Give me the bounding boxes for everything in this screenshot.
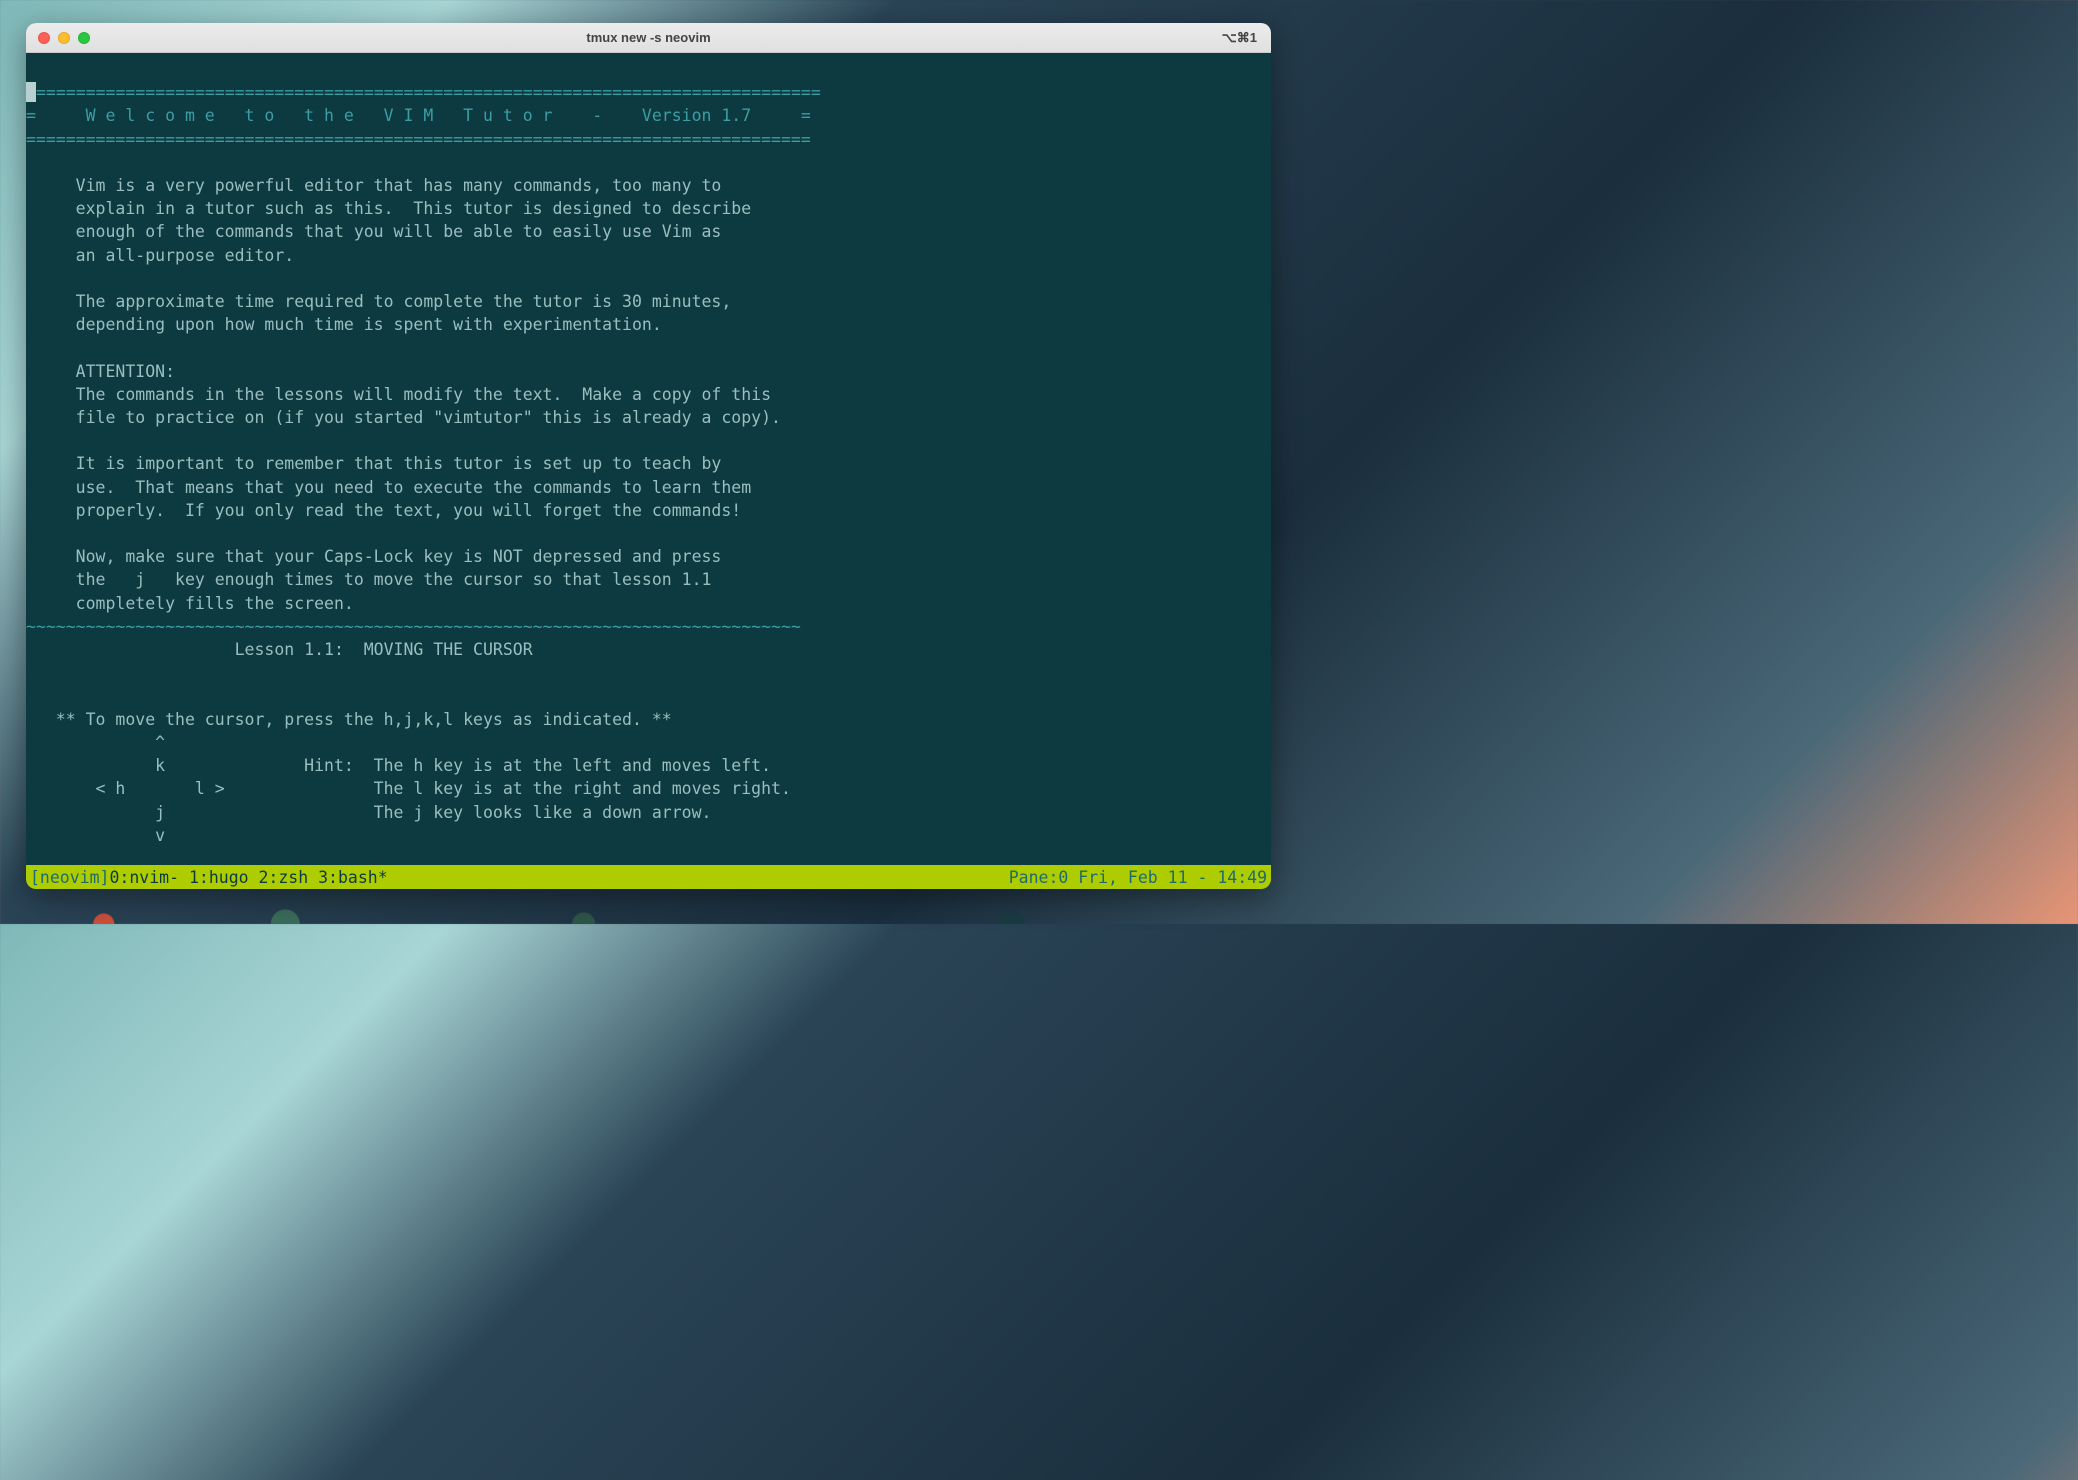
tutor-text: depending upon how much time is spent wi… [26, 315, 662, 334]
tutor-text: The commands in the lessons will modify … [26, 385, 771, 404]
separator-wave: ~~~~~~~~~~~~~~~~~~~~~~~~~~~~~~~~~~~~~~~~… [26, 617, 801, 636]
separator-line: ========================================… [36, 83, 821, 102]
tutor-text: It is important to remember that this tu… [26, 454, 721, 473]
tutor-text: file to practice on (if you started "vim… [26, 408, 781, 427]
key-diagram: v [26, 826, 165, 845]
tutor-text: The approximate time required to complet… [26, 292, 731, 311]
key-diagram: ^ [26, 733, 165, 752]
tutor-text: properly. If you only read the text, you… [26, 501, 741, 520]
terminal-window: tmux new -s neovim ⌥⌘1 =================… [26, 23, 1271, 889]
tutor-text: ATTENTION: [26, 362, 175, 381]
separator-line: ========================================… [26, 130, 811, 149]
statusbar-right: Pane:0 Fri, Feb 11 - 14:49 [1009, 868, 1267, 887]
key-diagram: k Hint: The h key is at the left and mov… [26, 756, 771, 775]
key-diagram: j The j key looks like a down arrow. [26, 803, 711, 822]
window-list[interactable]: 0:nvim- 1:hugo 2:zsh 3:bash* [109, 868, 387, 887]
key-diagram: < h l > The l key is at the right and mo… [26, 779, 791, 798]
statusbar-left: [neovim] 0:nvim- 1:hugo 2:zsh 3:bash* [30, 868, 388, 887]
window-shortcut: ⌥⌘1 [1222, 30, 1257, 46]
window-title: tmux new -s neovim [26, 30, 1271, 45]
tutor-text: an all-purpose editor. [26, 246, 294, 265]
tutor-text: the j key enough times to move the curso… [26, 570, 711, 589]
tutor-text: use. That means that you need to execute… [26, 478, 751, 497]
terminal-content[interactable]: ========================================… [26, 53, 1271, 865]
tutor-text: explain in a tutor such as this. This tu… [26, 199, 751, 218]
tmux-statusbar: [neovim] 0:nvim- 1:hugo 2:zsh 3:bash* Pa… [26, 865, 1271, 889]
cursor [26, 82, 36, 102]
instruction-text: ** To move the cursor, press the h,j,k,l… [26, 710, 672, 729]
tutor-text: enough of the commands that you will be … [26, 222, 721, 241]
tutor-text: Vim is a very powerful editor that has m… [26, 176, 721, 195]
lesson-title: Lesson 1.1: MOVING THE CURSOR [26, 640, 533, 659]
header-line: = W e l c o m e t o t h e V I M T u t o … [26, 106, 811, 125]
titlebar: tmux new -s neovim ⌥⌘1 [26, 23, 1271, 53]
desktop-wallpaper-foliage [0, 894, 1297, 924]
tutor-text: Now, make sure that your Caps-Lock key i… [26, 547, 721, 566]
tutor-text: completely fills the screen. [26, 594, 354, 613]
session-name: [neovim] [30, 868, 109, 887]
